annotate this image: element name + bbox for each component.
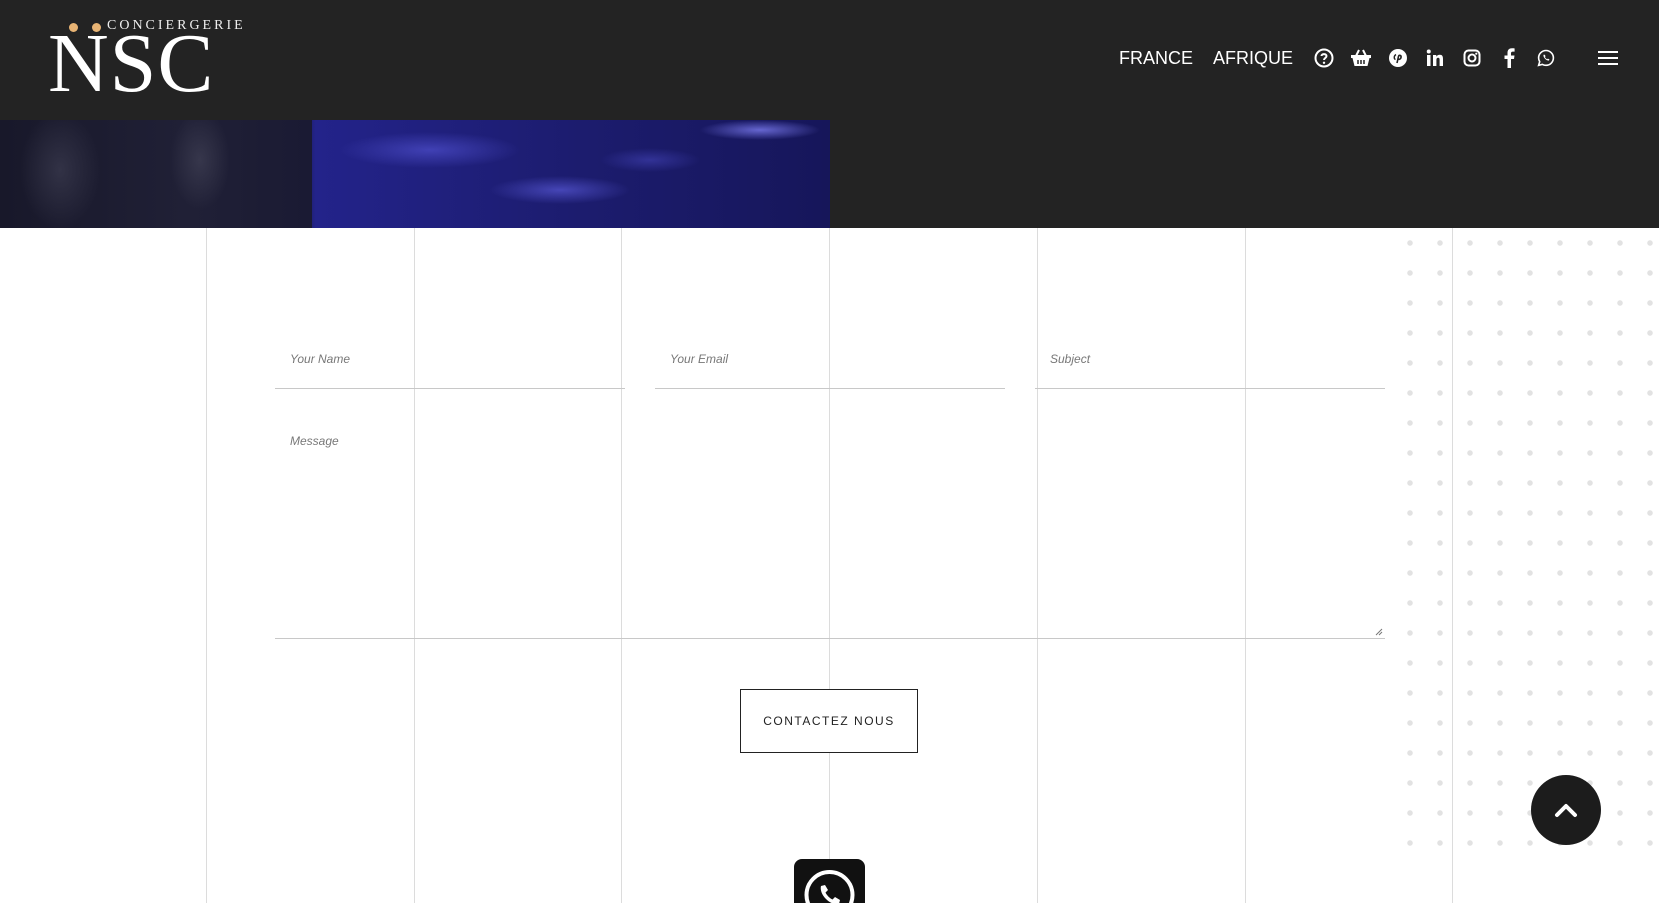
nav-link-france[interactable]: FRANCE <box>1119 48 1193 69</box>
email-field[interactable]: Your Email <box>655 330 1005 389</box>
email-placeholder: Your Email <box>670 352 729 366</box>
site-header: CONCIERGERIE NSC FRANCE AFRIQUE <box>0 0 1659 120</box>
help-icon[interactable] <box>1313 47 1335 69</box>
whatsapp-float-button[interactable] <box>794 859 865 903</box>
dot-pattern <box>1395 228 1659 848</box>
linkedin-icon[interactable] <box>1424 47 1446 69</box>
hero-rock-texture <box>0 120 312 228</box>
nav-link-afrique[interactable]: AFRIQUE <box>1213 48 1293 69</box>
resize-handle-icon[interactable] <box>1375 628 1383 636</box>
whatsapp-icon[interactable] <box>1535 47 1557 69</box>
chevron-up-icon <box>1555 804 1577 817</box>
name-field[interactable]: Your Name <box>275 330 625 389</box>
submit-button[interactable]: CONTACTEZ NOUS <box>740 689 918 753</box>
instagram-icon[interactable] <box>1461 47 1483 69</box>
basket-icon[interactable] <box>1350 47 1372 69</box>
facebook-icon[interactable] <box>1498 47 1520 69</box>
logo[interactable]: CONCIERGERIE NSC <box>48 17 250 110</box>
subject-placeholder: Subject <box>1050 352 1091 366</box>
pinterest-icon[interactable] <box>1387 47 1409 69</box>
message-field[interactable]: Message <box>275 414 1385 639</box>
whatsapp-icon <box>804 870 855 903</box>
message-placeholder: Message <box>290 434 339 448</box>
name-placeholder: Your Name <box>290 352 351 366</box>
menu-icon[interactable] <box>1597 47 1619 69</box>
back-to-top-button[interactable] <box>1531 775 1601 845</box>
hero-image <box>0 120 830 228</box>
main-nav: FRANCE AFRIQUE <box>1119 44 1619 72</box>
hero-banner <box>0 120 1659 228</box>
logo-brand: NSC <box>48 17 215 110</box>
subject-field[interactable]: Subject <box>1035 330 1385 389</box>
